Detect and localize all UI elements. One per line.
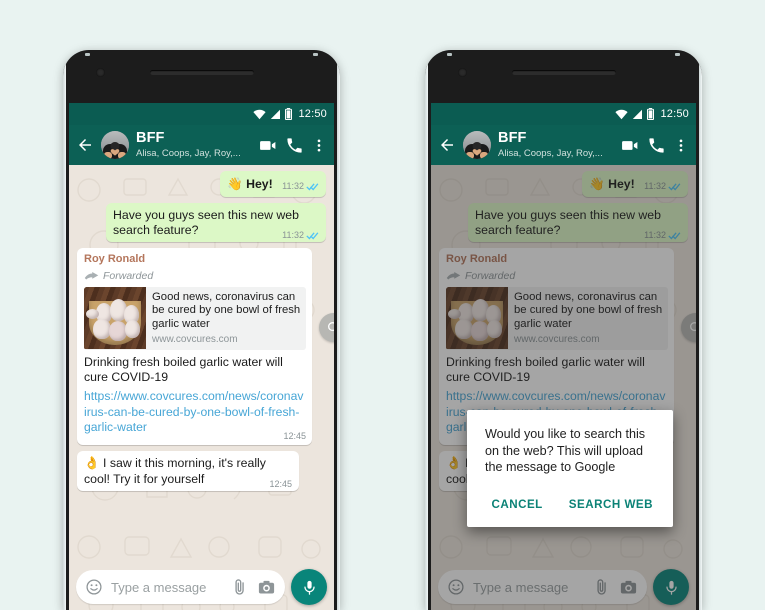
read-ticks-icon bbox=[306, 232, 319, 240]
message-row: Roy Ronald Forwarded Good news, coronavi… bbox=[77, 247, 326, 446]
front-camera bbox=[96, 68, 105, 77]
phone-screen-right: 12:50 BFF Alisa, Coops, Jay, Roy,... 👋 H… bbox=[431, 103, 696, 610]
forwarded-icon bbox=[84, 271, 99, 280]
message-time: 12:45 bbox=[283, 431, 306, 442]
message-text: Drinking fresh boiled garlic water will … bbox=[84, 354, 283, 384]
message-input-placeholder: Type a message bbox=[111, 579, 207, 595]
chat-title: BFF bbox=[136, 130, 165, 147]
status-time: 12:50 bbox=[298, 108, 327, 120]
forwarded-label-row: Forwarded bbox=[84, 270, 306, 283]
microphone-icon bbox=[303, 580, 315, 595]
voice-call-icon[interactable] bbox=[285, 136, 304, 155]
link-preview-url: www.covcures.com bbox=[152, 334, 238, 346]
paperclip-icon[interactable] bbox=[230, 578, 249, 597]
status-bar: 12:50 bbox=[69, 103, 334, 125]
link-preview-title: Good news, coronavirus can be cured by o… bbox=[152, 290, 301, 330]
forwarded-label: Forwarded bbox=[103, 269, 154, 282]
wave-emoji: 👋 bbox=[227, 177, 243, 191]
chat-title-block[interactable]: BFF Alisa, Coops, Jay, Roy,... bbox=[498, 130, 612, 159]
message-list: 👋 Hey! 11:32 Have you guys seen this new… bbox=[69, 165, 334, 610]
battery-icon bbox=[647, 108, 655, 120]
link-preview-thumbnail bbox=[84, 286, 146, 349]
message-meta: 11:32 bbox=[282, 181, 319, 192]
chat-body: 👋 Hey! 11:32 Have you guys seen this new… bbox=[69, 165, 334, 610]
cancel-button[interactable]: CANCEL bbox=[489, 496, 544, 513]
message-time: 12:45 bbox=[269, 478, 292, 489]
search-icon bbox=[328, 322, 334, 332]
phone-bezel-right bbox=[337, 50, 340, 610]
message-time: 11:32 bbox=[282, 229, 304, 240]
voice-record-button[interactable] bbox=[291, 569, 327, 605]
app-bar: BFF Alisa, Coops, Jay, Roy,... bbox=[69, 125, 334, 165]
heart-hands-icon bbox=[472, 149, 482, 156]
message-composer: Type a message bbox=[69, 564, 334, 610]
avatar[interactable] bbox=[101, 131, 129, 159]
app-bar: BFF Alisa, Coops, Jay, Roy,... bbox=[431, 125, 696, 165]
dialog-message: Would you like to search this on the web… bbox=[485, 427, 646, 475]
message-bubble-hey[interactable]: 👋 Hey! 11:32 bbox=[220, 171, 326, 197]
frame-dot bbox=[447, 53, 452, 56]
message-bubble-question[interactable]: Have you guys seen this new web search f… bbox=[106, 202, 326, 242]
camera-icon[interactable] bbox=[257, 578, 276, 597]
chat-title: BFF bbox=[498, 130, 527, 147]
modal-scrim[interactable] bbox=[431, 165, 696, 610]
message-time: 11:32 bbox=[282, 181, 304, 191]
video-call-icon[interactable] bbox=[257, 135, 278, 156]
message-text: I saw it this morning, it's really cool!… bbox=[84, 456, 266, 486]
message-text: Have you guys seen this new web search f… bbox=[113, 207, 299, 237]
read-ticks-icon bbox=[306, 183, 319, 191]
chat-participants: Alisa, Coops, Jay, Roy,... bbox=[498, 148, 603, 159]
voice-call-icon[interactable] bbox=[647, 136, 666, 155]
video-call-icon[interactable] bbox=[619, 135, 640, 156]
search-web-dialog: Would you like to search this on the web… bbox=[467, 410, 673, 527]
chat-title-block[interactable]: BFF Alisa, Coops, Jay, Roy,... bbox=[136, 130, 250, 159]
wifi-icon bbox=[615, 109, 629, 119]
overflow-menu-icon[interactable] bbox=[673, 136, 689, 155]
wifi-icon bbox=[253, 109, 267, 119]
phone-bezel-left bbox=[63, 50, 66, 610]
phone-right: 12:50 BFF Alisa, Coops, Jay, Roy,... 👋 H… bbox=[425, 50, 702, 610]
frame-dot bbox=[675, 53, 680, 56]
signal-icon bbox=[271, 109, 281, 119]
link-preview-text: Good news, coronavirus can be cured by o… bbox=[146, 287, 306, 350]
phone-bezel-right bbox=[699, 50, 702, 610]
signal-icon bbox=[633, 109, 643, 119]
message-row: 👋 Hey! 11:32 bbox=[77, 171, 326, 197]
phone-bezel-left bbox=[425, 50, 428, 610]
message-meta: 11:32 bbox=[282, 230, 319, 241]
dialog-actions: CANCEL SEARCH WEB bbox=[485, 496, 655, 519]
front-camera bbox=[458, 68, 467, 77]
phone-left: 12:50 BFF Alisa, Coops, Jay, Roy,... 👋 H… bbox=[63, 50, 340, 610]
link-preview-card[interactable]: Good news, coronavirus can be cured by o… bbox=[84, 286, 306, 350]
back-arrow-icon[interactable] bbox=[438, 136, 456, 154]
chat-body: 👋 Hey! 11:32 Have you guys seen this new… bbox=[431, 165, 696, 610]
frame-dot bbox=[313, 53, 318, 56]
message-text: Hey! bbox=[246, 177, 273, 191]
sender-name: Roy Ronald bbox=[84, 252, 146, 265]
search-web-button[interactable]: SEARCH WEB bbox=[567, 496, 655, 513]
message-input-pill[interactable]: Type a message bbox=[76, 570, 285, 604]
earpiece-speaker bbox=[149, 70, 254, 75]
message-row: Have you guys seen this new web search f… bbox=[77, 202, 326, 242]
status-time: 12:50 bbox=[660, 108, 689, 120]
phone-screen-left: 12:50 BFF Alisa, Coops, Jay, Roy,... 👋 H… bbox=[69, 103, 334, 610]
earpiece-speaker bbox=[511, 70, 616, 75]
emoji-icon[interactable] bbox=[85, 578, 103, 596]
ok-hand-emoji: 👌 bbox=[84, 456, 100, 471]
message-bubble-forwarded[interactable]: Roy Ronald Forwarded Good news, coronavi… bbox=[77, 247, 312, 446]
message-bubble-reply[interactable]: 👌 I saw it this morning, it's really coo… bbox=[77, 451, 299, 492]
battery-icon bbox=[285, 108, 293, 120]
heart-hands-icon bbox=[110, 149, 120, 156]
avatar[interactable] bbox=[463, 131, 491, 159]
chat-participants: Alisa, Coops, Jay, Roy,... bbox=[136, 148, 241, 159]
status-bar: 12:50 bbox=[431, 103, 696, 125]
overflow-menu-icon[interactable] bbox=[311, 136, 327, 155]
back-arrow-icon[interactable] bbox=[76, 136, 94, 154]
frame-dot bbox=[85, 53, 90, 56]
screenshot-stage: 12:50 BFF Alisa, Coops, Jay, Roy,... 👋 H… bbox=[0, 0, 765, 610]
message-row: 👌 I saw it this morning, it's really coo… bbox=[77, 451, 326, 492]
